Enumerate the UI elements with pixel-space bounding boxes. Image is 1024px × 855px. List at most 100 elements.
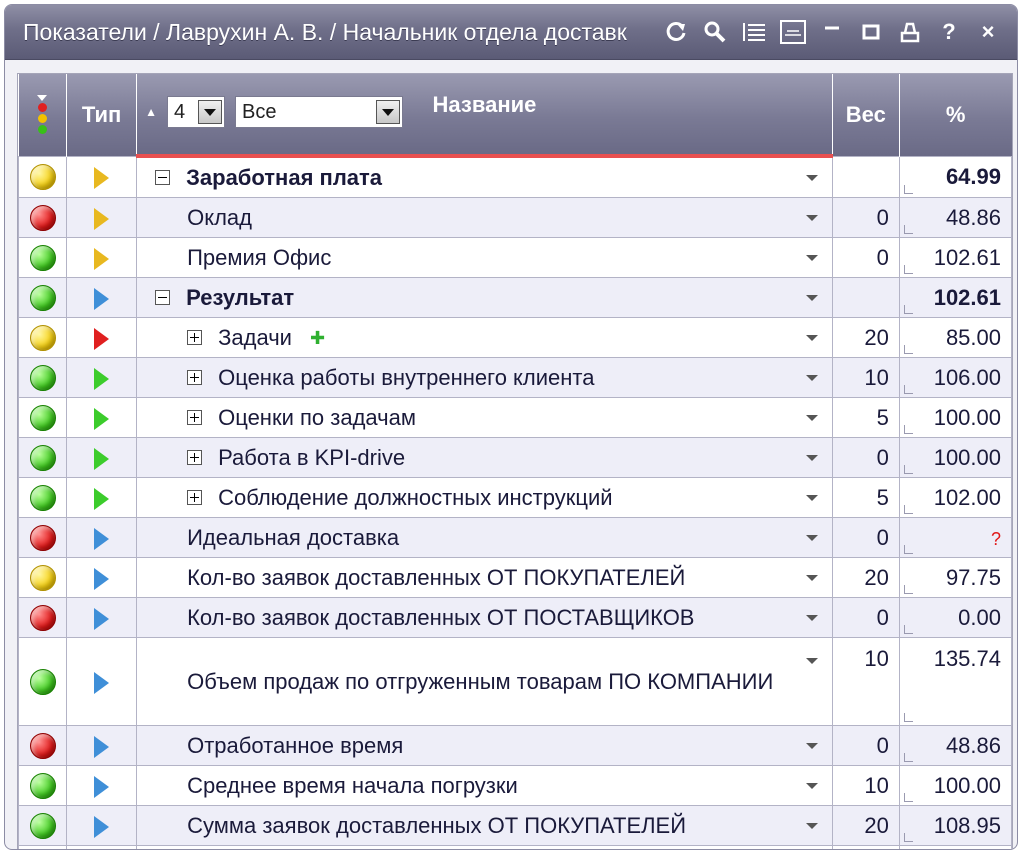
row-menu-chevron-icon[interactable]	[805, 534, 818, 541]
row-menu-chevron-icon[interactable]	[805, 294, 818, 301]
percent-value: 102.00	[933, 484, 1001, 510]
row-menu-chevron-icon[interactable]	[805, 822, 818, 829]
row-menu-chevron-icon[interactable]	[805, 254, 818, 261]
percent-cell[interactable]: 135.74	[898, 637, 1013, 726]
print-icon[interactable]	[895, 17, 925, 47]
table-row[interactable]: Оценки по задачам 5 100.00	[17, 397, 1013, 438]
name-cell[interactable]: Сумма заявок доставленных ОТ ПОСТАВЩИКОВ	[136, 845, 833, 849]
name-cell[interactable]: Кол-во заявок доставленных ОТ ПОКУПАТЕЛЕ…	[136, 557, 833, 598]
row-menu-chevron-icon[interactable]	[805, 454, 818, 461]
row-menu-chevron-icon[interactable]	[805, 782, 818, 789]
expand-icon[interactable]	[187, 450, 203, 465]
sort-asc-icon[interactable]: ▲	[145, 105, 157, 119]
percent-cell[interactable]: 97.75	[898, 557, 1013, 598]
name-cell[interactable]: Сумма заявок доставленных ОТ ПОКУПАТЕЛЕЙ	[136, 805, 833, 846]
table-row[interactable]: Соблюдение должностных инструкций 5 102.00	[17, 477, 1013, 518]
percent-cell[interactable]: 102.61	[898, 237, 1013, 278]
search-icon[interactable]	[700, 17, 730, 47]
expand-icon[interactable]	[187, 370, 203, 385]
weight-column-header[interactable]: Вес	[832, 74, 900, 156]
row-menu-chevron-icon[interactable]	[805, 614, 818, 621]
level-select[interactable]: 4	[167, 96, 225, 128]
refresh-icon[interactable]	[661, 17, 691, 47]
name-cell[interactable]: Работа в KPI-drive	[136, 437, 833, 478]
collapse-icon[interactable]	[155, 170, 171, 185]
table-row[interactable]: Оклад 0 48.86	[17, 197, 1013, 238]
table-row[interactable]: Оценка работы внутреннего клиента 10 106.0…	[17, 357, 1013, 398]
percent-cell[interactable]: 108.95	[898, 805, 1013, 846]
name-cell[interactable]: Соблюдение должностных инструкций	[136, 477, 833, 518]
filter-select[interactable]: Все	[235, 96, 403, 128]
table-row[interactable]: Результат 102.61	[17, 277, 1013, 318]
expand-icon[interactable]	[187, 330, 203, 345]
type-blue-triangle-icon	[94, 815, 110, 838]
percent-cell[interactable]: 64.99	[898, 155, 1013, 198]
percent-column-header[interactable]: %	[899, 74, 1012, 156]
name-cell[interactable]: Среднее время начала погрузки	[136, 765, 833, 806]
row-menu-chevron-icon[interactable]	[805, 374, 818, 381]
name-cell[interactable]: Задачи ✚	[136, 317, 833, 358]
minimize-icon[interactable]	[817, 17, 847, 47]
name-cell[interactable]: Результат	[136, 277, 833, 318]
name-cell[interactable]: Объем продаж по отгруженным товарам ПО К…	[136, 637, 833, 726]
table-row[interactable]: Задачи ✚ 20 85.00	[17, 317, 1013, 358]
name-cell[interactable]: Оценки по задачам	[136, 397, 833, 438]
close-icon[interactable]: ×	[973, 17, 1003, 47]
percent-cell[interactable]: 100.00	[898, 437, 1013, 478]
percent-value: 100.00	[933, 404, 1001, 430]
expand-icon[interactable]	[187, 410, 203, 425]
percent-cell[interactable]: 48.86	[898, 197, 1013, 238]
table-row[interactable]: Идеальная доставка 0?	[17, 517, 1013, 558]
table-row[interactable]: Заработная плата 64.99	[17, 155, 1013, 198]
table-row[interactable]: Отработанное время 0 48.86	[17, 725, 1013, 766]
row-menu-chevron-icon[interactable]	[805, 494, 818, 501]
status-column-header[interactable]	[18, 74, 68, 156]
row-menu-chevron-icon[interactable]	[805, 574, 818, 581]
row-menu-chevron-icon[interactable]	[805, 414, 818, 421]
percent-cell[interactable]: 100.00	[898, 397, 1013, 438]
chevron-down-icon[interactable]	[376, 100, 400, 124]
percent-cell[interactable]: 85.00	[898, 317, 1013, 358]
name-cell[interactable]: Отработанное время	[136, 725, 833, 766]
collapse-icon[interactable]	[155, 290, 171, 305]
table-row[interactable]: Сумма заявок доставленных ОТ ПОКУПАТЕЛЕЙ…	[17, 805, 1013, 846]
title-bar[interactable]: Показатели / Лаврухин А. В. / Начальник …	[5, 5, 1017, 60]
table-row[interactable]: Кол-во заявок доставленных ОТ ПОКУПАТЕЛЕ…	[17, 557, 1013, 598]
table-row[interactable]: Среднее время начала погрузки 10 100.00	[17, 765, 1013, 806]
name-cell[interactable]: Премия Офис	[136, 237, 833, 278]
table-row[interactable]: Кол-во заявок доставленных ОТ ПОСТАВЩИКО…	[17, 597, 1013, 638]
name-cell[interactable]: Оценка работы внутреннего клиента	[136, 357, 833, 398]
table-row[interactable]: Сумма заявок доставленных ОТ ПОСТАВЩИКОВ…	[17, 845, 1013, 849]
maximize-icon[interactable]	[856, 17, 886, 47]
csv-export-icon[interactable]	[778, 17, 808, 47]
row-menu-chevron-icon[interactable]	[805, 742, 818, 749]
percent-cell[interactable]: 0.00	[898, 597, 1013, 638]
table-row[interactable]: Премия Офис 0 102.61	[17, 237, 1013, 278]
weight-cell: 0	[831, 437, 900, 478]
name-cell[interactable]: Заработная плата	[136, 155, 833, 198]
table-row[interactable]: Объем продаж по отгруженным товарам ПО К…	[17, 637, 1013, 726]
table-row[interactable]: Работа в KPI-drive 0 100.00	[17, 437, 1013, 478]
help-icon[interactable]: ?	[934, 17, 964, 47]
percent-cell[interactable]: 0.00	[898, 845, 1013, 849]
percent-cell[interactable]: 100.00	[898, 765, 1013, 806]
type-column-header[interactable]: Тип	[66, 74, 138, 156]
title-bar-tools: ? ×	[661, 15, 1003, 49]
name-cell[interactable]: Идеальная доставка	[136, 517, 833, 558]
list-icon[interactable]	[739, 17, 769, 47]
percent-cell[interactable]: 102.00	[898, 477, 1013, 518]
name-cell[interactable]: Кол-во заявок доставленных ОТ ПОСТАВЩИКО…	[136, 597, 833, 638]
status-yellow-icon	[29, 164, 56, 191]
row-menu-chevron-icon[interactable]	[805, 334, 818, 341]
expand-icon[interactable]	[187, 490, 203, 505]
percent-cell[interactable]: ?	[898, 517, 1013, 558]
percent-cell[interactable]: 48.86	[898, 725, 1013, 766]
percent-cell[interactable]: 102.61	[898, 277, 1013, 318]
name-column-header[interactable]: Название ▲ 4 Все	[136, 74, 833, 158]
chevron-down-icon[interactable]	[198, 100, 222, 124]
row-menu-chevron-icon[interactable]	[805, 658, 818, 664]
row-menu-chevron-icon[interactable]	[805, 214, 818, 221]
name-cell[interactable]: Оклад	[136, 197, 833, 238]
row-menu-chevron-icon[interactable]	[805, 174, 818, 181]
percent-cell[interactable]: 106.00	[898, 357, 1013, 398]
